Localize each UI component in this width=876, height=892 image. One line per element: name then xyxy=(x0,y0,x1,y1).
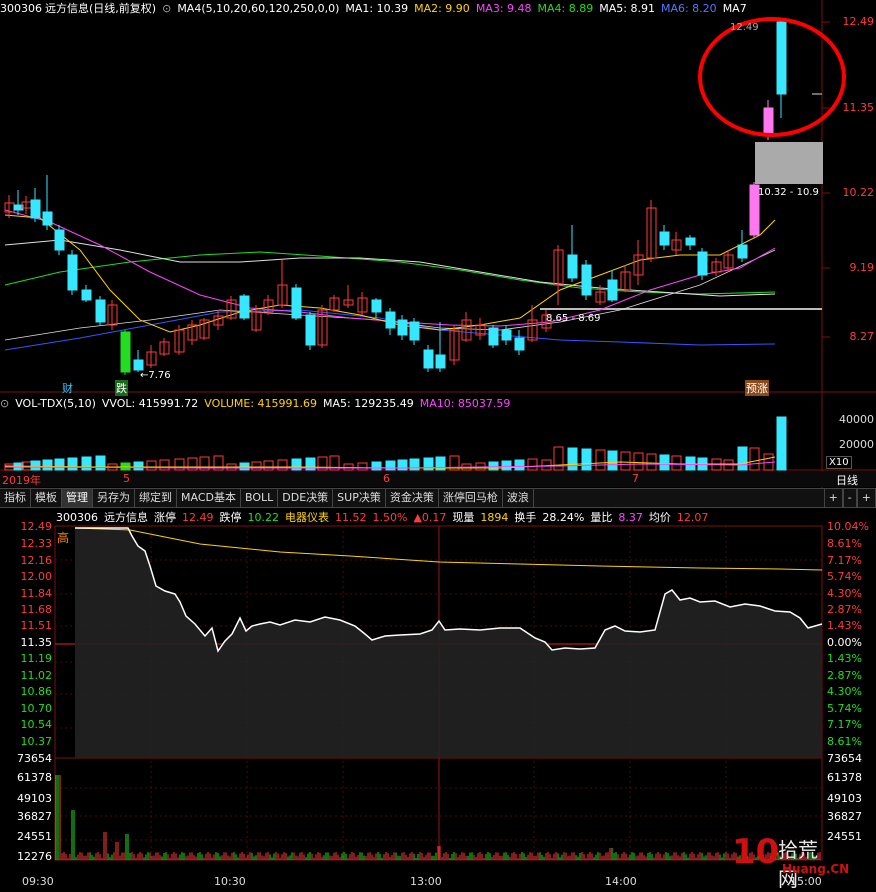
date-axis-month: 5 xyxy=(123,472,130,485)
vol-label: 24551 xyxy=(827,830,862,843)
price-label: 11.02 xyxy=(20,669,53,682)
price-label: 11.68 xyxy=(20,603,53,616)
price-label: 10.54 xyxy=(20,718,53,731)
tab-indicator[interactable]: 指标 xyxy=(0,489,31,507)
vol-label: 61378 xyxy=(17,771,52,784)
tab-limit-up[interactable]: 涨停回马枪 xyxy=(439,489,503,507)
tab-macd[interactable]: MACD基本 xyxy=(177,489,241,507)
tab-capital[interactable]: 资金决策 xyxy=(386,489,439,507)
price-label: 12.16 xyxy=(20,554,53,567)
vol-label: 24551 xyxy=(17,830,52,843)
low-price-label: ←7.76 xyxy=(140,370,171,381)
vol-label: 49103 xyxy=(827,792,862,805)
pct-label: 1.43% xyxy=(827,619,862,632)
pct-label: 5.74% xyxy=(827,570,862,583)
vol-label: 36827 xyxy=(827,810,862,823)
scale-label: 11.35 xyxy=(842,101,875,114)
gap-range-label: 10.32 - 10.9 xyxy=(758,187,819,198)
pct-label: 0.00% xyxy=(827,636,862,649)
vol-label: 49103 xyxy=(17,792,52,805)
tab-template[interactable]: 模板 xyxy=(31,489,62,507)
price-label: 11.51 xyxy=(20,619,53,632)
price-label: 11.19 xyxy=(20,652,53,665)
scale-label: 12.49 xyxy=(842,15,875,28)
volume-unit: X10 xyxy=(826,456,852,469)
tab-wave[interactable]: 波浪 xyxy=(503,489,534,507)
watermark-number: 10 xyxy=(732,832,780,872)
price-label: 12.33 xyxy=(20,537,53,550)
pct-label: 8.61% xyxy=(827,537,862,550)
pct-label: 4.30% xyxy=(827,685,862,698)
low-price-value: 7.76 xyxy=(148,370,171,381)
price-label: 11.35 xyxy=(20,636,53,649)
vol-label: 36827 xyxy=(17,810,52,823)
pct-label: 8.61% xyxy=(827,735,862,748)
pct-label: 2.87% xyxy=(827,603,862,616)
price-label: 10.70 xyxy=(20,702,53,715)
tab-boll[interactable]: BOLL xyxy=(241,489,279,507)
pct-label: 5.74% xyxy=(827,702,862,715)
zoom-out-button[interactable]: - xyxy=(842,489,857,507)
tab-manage[interactable]: 管理 xyxy=(62,489,93,507)
scale-label: 8.27 xyxy=(849,330,875,343)
scale-label: 9.19 xyxy=(849,261,875,274)
time-label: 14:00 xyxy=(605,875,637,888)
scale-label: 10.22 xyxy=(842,186,875,199)
pct-label: 2.87% xyxy=(827,669,862,682)
time-label: 09:30 xyxy=(22,875,54,888)
period-label[interactable]: 日线 xyxy=(836,472,858,488)
pct-label: 4.30% xyxy=(827,587,862,600)
watermark-url: Huang.CN xyxy=(782,862,850,876)
price-label: 10.86 xyxy=(20,685,53,698)
tab-dde[interactable]: DDE决策 xyxy=(278,489,334,507)
vol-scale-label: 20000 xyxy=(839,438,874,451)
date-axis-month: 7 xyxy=(632,472,639,485)
vol-label: 73654 xyxy=(827,752,862,765)
add-button[interactable]: + xyxy=(823,489,843,507)
price-label: 12.00 xyxy=(20,570,53,583)
high-price-label: 12.49 xyxy=(730,22,759,33)
gap-range-label-2: 8.65 - 8.69 xyxy=(546,313,601,324)
pct-label: 1.43% xyxy=(827,652,862,665)
high-tag: 高 xyxy=(57,531,70,545)
date-axis: 2019年 5 6 7 日线 xyxy=(0,471,876,487)
indicator-tab-bar: 指标 模板 管理 另存为 绑定到 MACD基本 BOLL DDE决策 SUP决策… xyxy=(0,488,876,508)
vol-scale-label: 40000 xyxy=(839,413,874,426)
tab-bind[interactable]: 绑定到 xyxy=(135,489,177,507)
date-axis-year: 2019年 xyxy=(2,474,41,487)
pct-label: 7.17% xyxy=(827,718,862,731)
pct-label: 7.17% xyxy=(827,554,862,567)
pct-label: 10.04% xyxy=(827,520,869,533)
vol-label: 61378 xyxy=(827,771,862,784)
time-label: 10:30 xyxy=(214,875,246,888)
price-label: 10.37 xyxy=(20,735,53,748)
vol-label: 12276 xyxy=(17,850,52,863)
volume-chart[interactable] xyxy=(0,392,876,472)
tab-save-as[interactable]: 另存为 xyxy=(93,489,135,507)
price-label: 11.84 xyxy=(20,587,53,600)
price-label: 12.49 xyxy=(20,520,53,533)
date-axis-month: 6 xyxy=(383,472,390,485)
zoom-in-button[interactable]: + xyxy=(856,489,876,507)
tab-sup[interactable]: SUP决策 xyxy=(333,489,386,507)
time-label: 13:00 xyxy=(410,875,442,888)
vol-label: 73654 xyxy=(17,752,52,765)
watermark-logo: 10 拾荒网 Huang.CN xyxy=(732,832,849,891)
